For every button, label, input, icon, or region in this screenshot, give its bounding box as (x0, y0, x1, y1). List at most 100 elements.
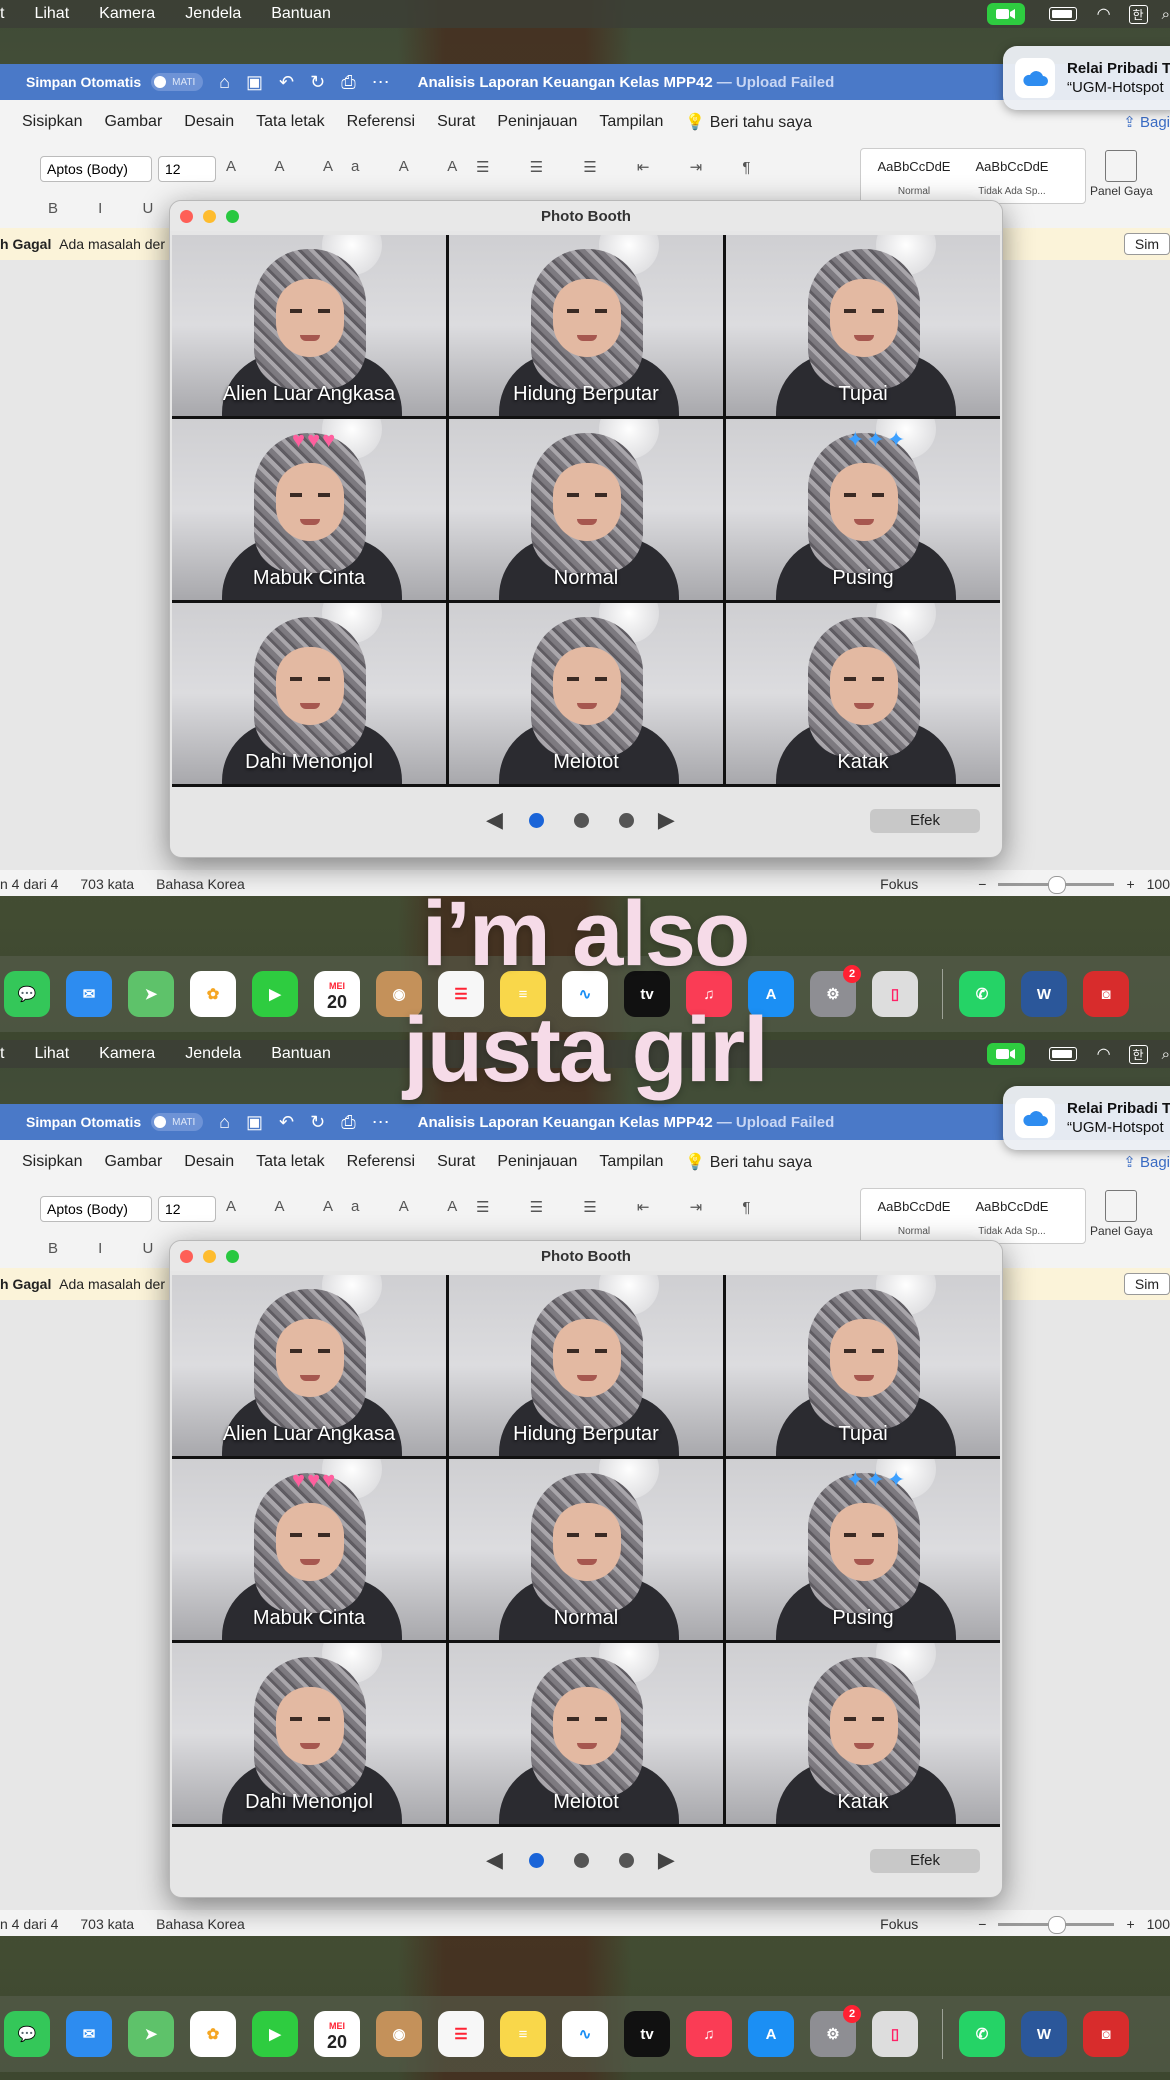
page-count[interactable]: n 4 dari 4 (0, 1916, 58, 1932)
styles-pane-button[interactable]: Panel Gaya (1090, 1190, 1153, 1238)
effect-tile[interactable]: Alien Luar Angkasa (172, 1275, 446, 1456)
menu-bantuan[interactable]: Bantuan (271, 5, 331, 23)
paragraph-tools-row1[interactable]: ☰ ☰ ☰ ⇤ ⇥ ¶ (476, 158, 768, 176)
previous-page-icon[interactable]: ◀ (486, 1847, 503, 1873)
system-settings-icon[interactable]: ⚙ 2 (810, 2005, 861, 2057)
tab-gambar[interactable]: Gambar (104, 1153, 162, 1171)
zoom-button[interactable] (226, 1250, 239, 1263)
page-dot-3[interactable] (618, 812, 634, 828)
minimize-button[interactable] (203, 210, 216, 223)
styles-gallery[interactable]: AaBbCcDdE Normal AaBbCcDdE Tidak Ada Sp... (860, 1188, 1086, 1244)
messages-icon[interactable]: 💬 (4, 2011, 50, 2057)
search-icon[interactable]: ⌕ (1162, 6, 1170, 23)
home-icon[interactable]: ⌂ (219, 1112, 230, 1133)
photos-icon[interactable]: ✿ (190, 2011, 236, 2057)
more-icon[interactable]: ⋯ (372, 72, 390, 93)
focus-button[interactable]: Fokus (880, 1916, 918, 1932)
style-no-spacing[interactable]: AaBbCcDdE Tidak Ada Sp... (967, 1189, 1057, 1243)
font-size-select[interactable]: 12 (158, 156, 216, 182)
iphone-mirroring-icon[interactable]: ▯ (872, 2011, 918, 2057)
page-dot-2[interactable] (573, 812, 589, 828)
effects-button[interactable]: Efek (870, 809, 980, 833)
wifi-icon[interactable]: ◠ (1097, 4, 1111, 24)
style-normal[interactable]: AaBbCcDdE Normal (869, 1189, 959, 1243)
tab-desain[interactable]: Desain (184, 113, 234, 131)
previous-page-icon[interactable]: ◀ (486, 807, 503, 833)
reminders-icon[interactable]: ☰ (438, 2011, 484, 2057)
menu-jendela[interactable]: Jendela (185, 5, 241, 23)
styles-gallery[interactable]: AaBbCcDdE Normal AaBbCcDdE Tidak Ada Sp... (860, 148, 1086, 204)
close-button[interactable] (180, 1250, 193, 1263)
notification[interactable]: Relai Pribadi T “UGM-Hotspot (1003, 46, 1170, 110)
input-source-icon[interactable]: 한 (1128, 4, 1148, 24)
paragraph-tools-row1[interactable]: ☰ ☰ ☰ ⇤ ⇥ ¶ (476, 1198, 768, 1216)
music-icon[interactable]: ♫ (686, 2011, 732, 2057)
format-tools-row1[interactable]: A A Aa A A (226, 1198, 475, 1215)
redo-icon[interactable]: ↻ (310, 1112, 325, 1133)
print-icon[interactable]: ⎙ (341, 72, 355, 93)
page-dot-3[interactable] (618, 1852, 634, 1868)
camera-in-use-icon[interactable] (986, 3, 1025, 25)
redo-icon[interactable]: ↻ (310, 72, 325, 93)
zoom-button[interactable] (226, 210, 239, 223)
effect-tile[interactable]: Normal (449, 1459, 723, 1640)
message-button[interactable]: Sim (1123, 233, 1170, 255)
message-button[interactable]: Sim (1123, 1273, 1170, 1295)
undo-icon[interactable]: ↶ (279, 1112, 294, 1133)
font-size-select[interactable]: 12 (158, 1196, 216, 1222)
maps-icon[interactable]: ➤ (128, 2011, 174, 2057)
tab-sisipkan[interactable]: Sisipkan (22, 113, 82, 131)
tab-peninjauan[interactable]: Peninjauan (497, 1153, 577, 1171)
zoom-in-icon[interactable]: + (1126, 1916, 1134, 1932)
page-dot-1[interactable] (528, 812, 544, 828)
tab-surat[interactable]: Surat (437, 113, 475, 131)
minimize-button[interactable] (203, 1250, 216, 1263)
effect-tile[interactable]: Katak (726, 603, 1000, 784)
more-icon[interactable]: ⋯ (372, 1112, 390, 1133)
share-button[interactable]: ⇪ Bagi (1123, 113, 1170, 131)
font-select[interactable]: Aptos (Body) (40, 156, 152, 182)
tab-referensi[interactable]: Referensi (347, 113, 415, 131)
tv-icon[interactable]: tv (624, 2011, 670, 2057)
zoom-out-icon[interactable]: − (978, 1916, 986, 1932)
autosave-toggle[interactable]: MATI (151, 1113, 204, 1131)
save-icon[interactable]: ▣ (246, 72, 263, 93)
effect-tile[interactable]: Normal (449, 419, 723, 600)
page-dot-2[interactable] (573, 1852, 589, 1868)
tell-me-search[interactable]: 💡 Beri tahu saya (685, 1152, 812, 1172)
style-normal[interactable]: AaBbCcDdE Normal (869, 149, 959, 203)
effect-tile[interactable]: Melotot (449, 603, 723, 784)
tab-surat[interactable]: Surat (437, 1153, 475, 1171)
effect-tile[interactable]: Alien Luar Angkasa (172, 235, 446, 416)
tab-tata-letak[interactable]: Tata letak (256, 1153, 324, 1171)
notes-icon[interactable]: ≡ (500, 2011, 546, 2057)
facetime-icon[interactable]: ▶ (252, 2011, 298, 2057)
share-button[interactable]: ⇪ Bagi (1123, 1153, 1170, 1171)
mail-icon[interactable]: ✉ (66, 2011, 112, 2057)
word-count[interactable]: 703 kata (80, 1916, 134, 1932)
save-icon[interactable]: ▣ (246, 1112, 263, 1133)
effect-tile[interactable]: Dahi Menonjol (172, 1643, 446, 1824)
effect-tile[interactable]: ♥♥♥ Mabuk Cinta (172, 1459, 446, 1640)
styles-pane-button[interactable]: Panel Gaya (1090, 150, 1153, 198)
menu-item[interactable]: t (0, 5, 4, 23)
tab-tata-letak[interactable]: Tata letak (256, 113, 324, 131)
freeform-icon[interactable]: ∿ (562, 2011, 608, 2057)
effects-button[interactable]: Efek (870, 1849, 980, 1873)
battery-icon[interactable] (1048, 7, 1077, 21)
format-tools-row1[interactable]: A A Aa A A (226, 158, 475, 175)
app-store-icon[interactable]: A (748, 2011, 794, 2057)
tab-referensi[interactable]: Referensi (347, 1153, 415, 1171)
contacts-icon[interactable]: ◉ (376, 2011, 422, 2057)
effect-tile[interactable]: ✦✦✦ Pusing (726, 1459, 1000, 1640)
menu-kamera[interactable]: Kamera (99, 5, 155, 23)
undo-icon[interactable]: ↶ (279, 72, 294, 93)
photo-booth-icon[interactable]: ◙ (1083, 2011, 1129, 2057)
effect-tile[interactable]: ♥♥♥ Mabuk Cinta (172, 419, 446, 600)
effect-tile[interactable]: Dahi Menonjol (172, 603, 446, 784)
zoom-level[interactable]: 100 (1147, 1916, 1170, 1932)
tab-gambar[interactable]: Gambar (104, 113, 162, 131)
page-dot-1[interactable] (528, 1852, 544, 1868)
menu-lihat[interactable]: Lihat (34, 5, 69, 23)
autosave-toggle[interactable]: MATI (151, 73, 204, 91)
